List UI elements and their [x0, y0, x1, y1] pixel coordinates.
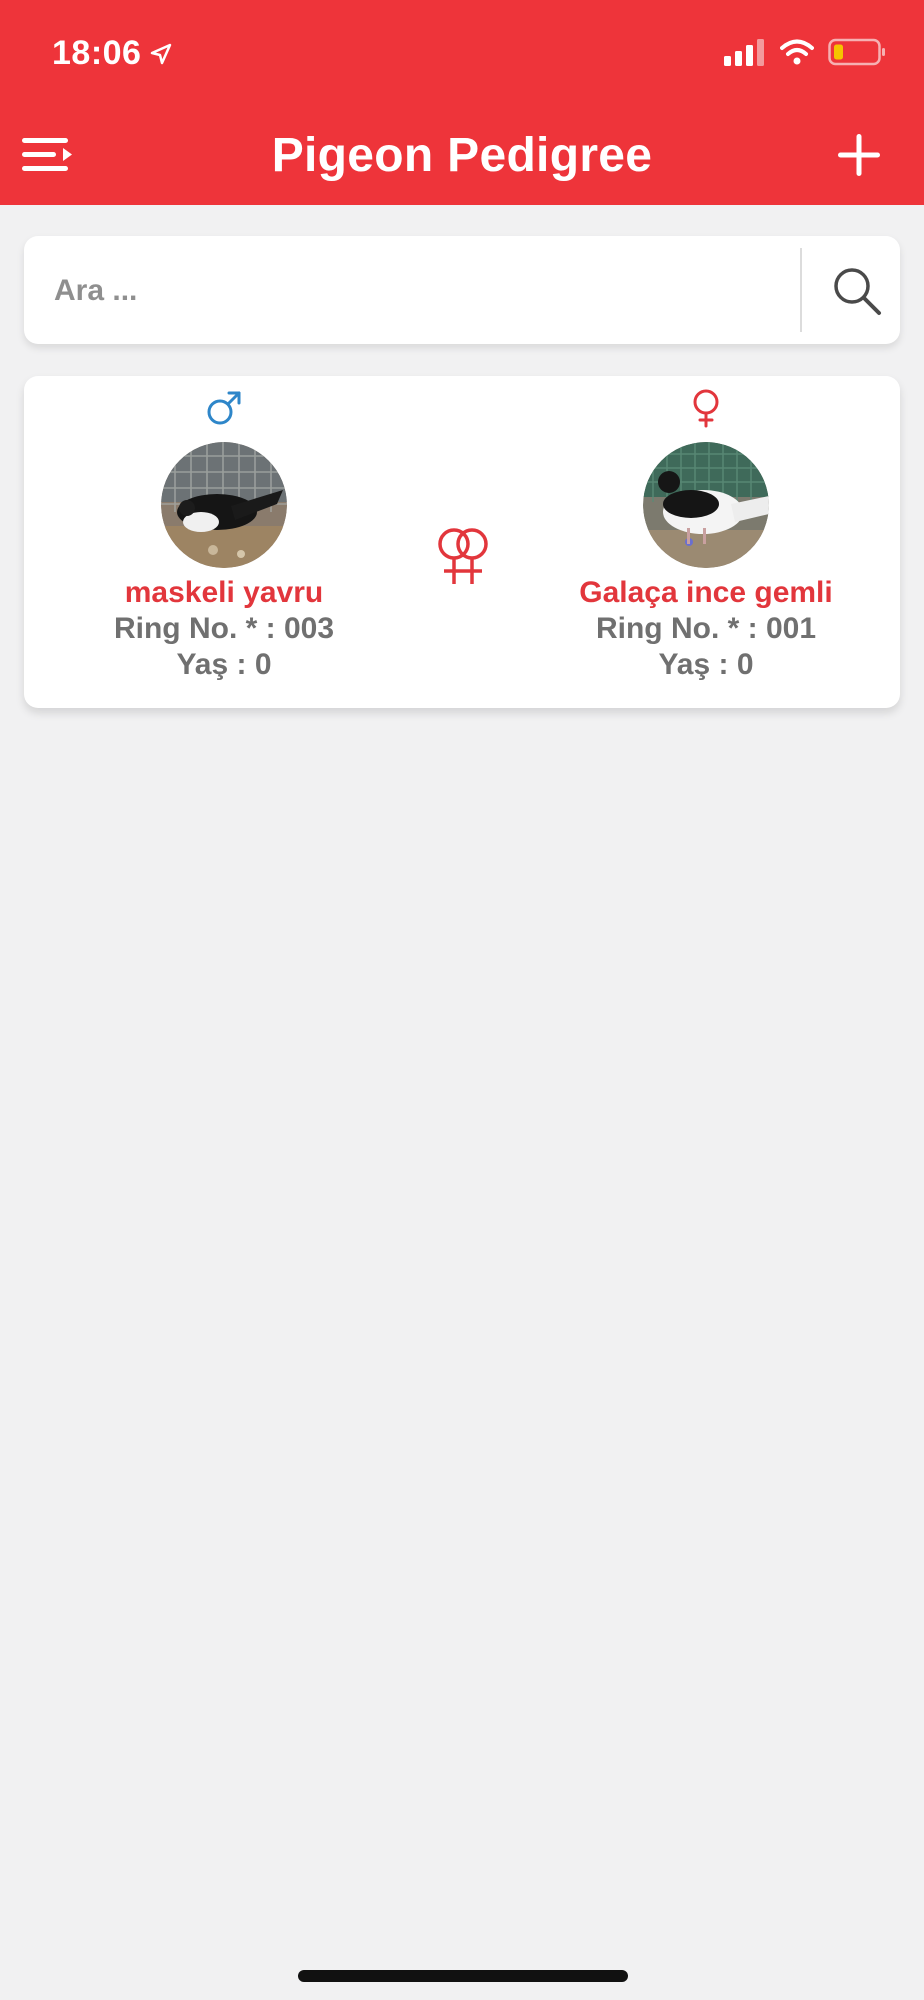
app-screen: 18:06 Pigeon Pedigree Ara ... maskeli ya… [0, 0, 924, 2000]
home-indicator[interactable] [298, 1970, 628, 1982]
male-bird-name: maskeli yavru [124, 576, 324, 609]
app-header: 18:06 Pigeon Pedigree [0, 0, 924, 205]
pair-card[interactable]: maskeli yavru Ring No. * : 003 Yaş : 0 G… [24, 376, 900, 708]
wifi-icon [780, 39, 814, 65]
signal-icon [724, 39, 764, 66]
female-icon [693, 389, 719, 428]
search-input[interactable] [52, 262, 776, 320]
add-button[interactable] [834, 130, 884, 180]
status-indicators [724, 38, 886, 66]
search-button[interactable] [830, 264, 884, 318]
add-icon [838, 134, 880, 176]
battery-icon [828, 38, 885, 66]
search-divider [800, 248, 802, 332]
female-bird[interactable]: Galaça ince gemli Ring No. * : 001 Yaş :… [516, 388, 896, 682]
male-ring-number: Ring No. * : 003 [113, 612, 335, 645]
female-age: Yaş : 0 [658, 648, 754, 681]
female-bird-photo [643, 442, 769, 568]
location-arrow-icon [151, 43, 172, 64]
male-age: Yaş : 0 [176, 648, 272, 681]
page-title: Pigeon Pedigree [271, 129, 653, 182]
female-ring-number: Ring No. * : 001 [595, 612, 817, 645]
search-bar [24, 236, 900, 344]
male-icon [207, 391, 241, 425]
pair-icon [438, 528, 488, 584]
male-bird[interactable]: maskeli yavru Ring No. * : 003 Yaş : 0 [34, 388, 414, 682]
status-time: 18:06 [52, 34, 173, 73]
male-bird-photo [161, 442, 287, 568]
female-bird-name: Galaça ince gemli [579, 576, 833, 609]
search-icon [834, 268, 881, 315]
